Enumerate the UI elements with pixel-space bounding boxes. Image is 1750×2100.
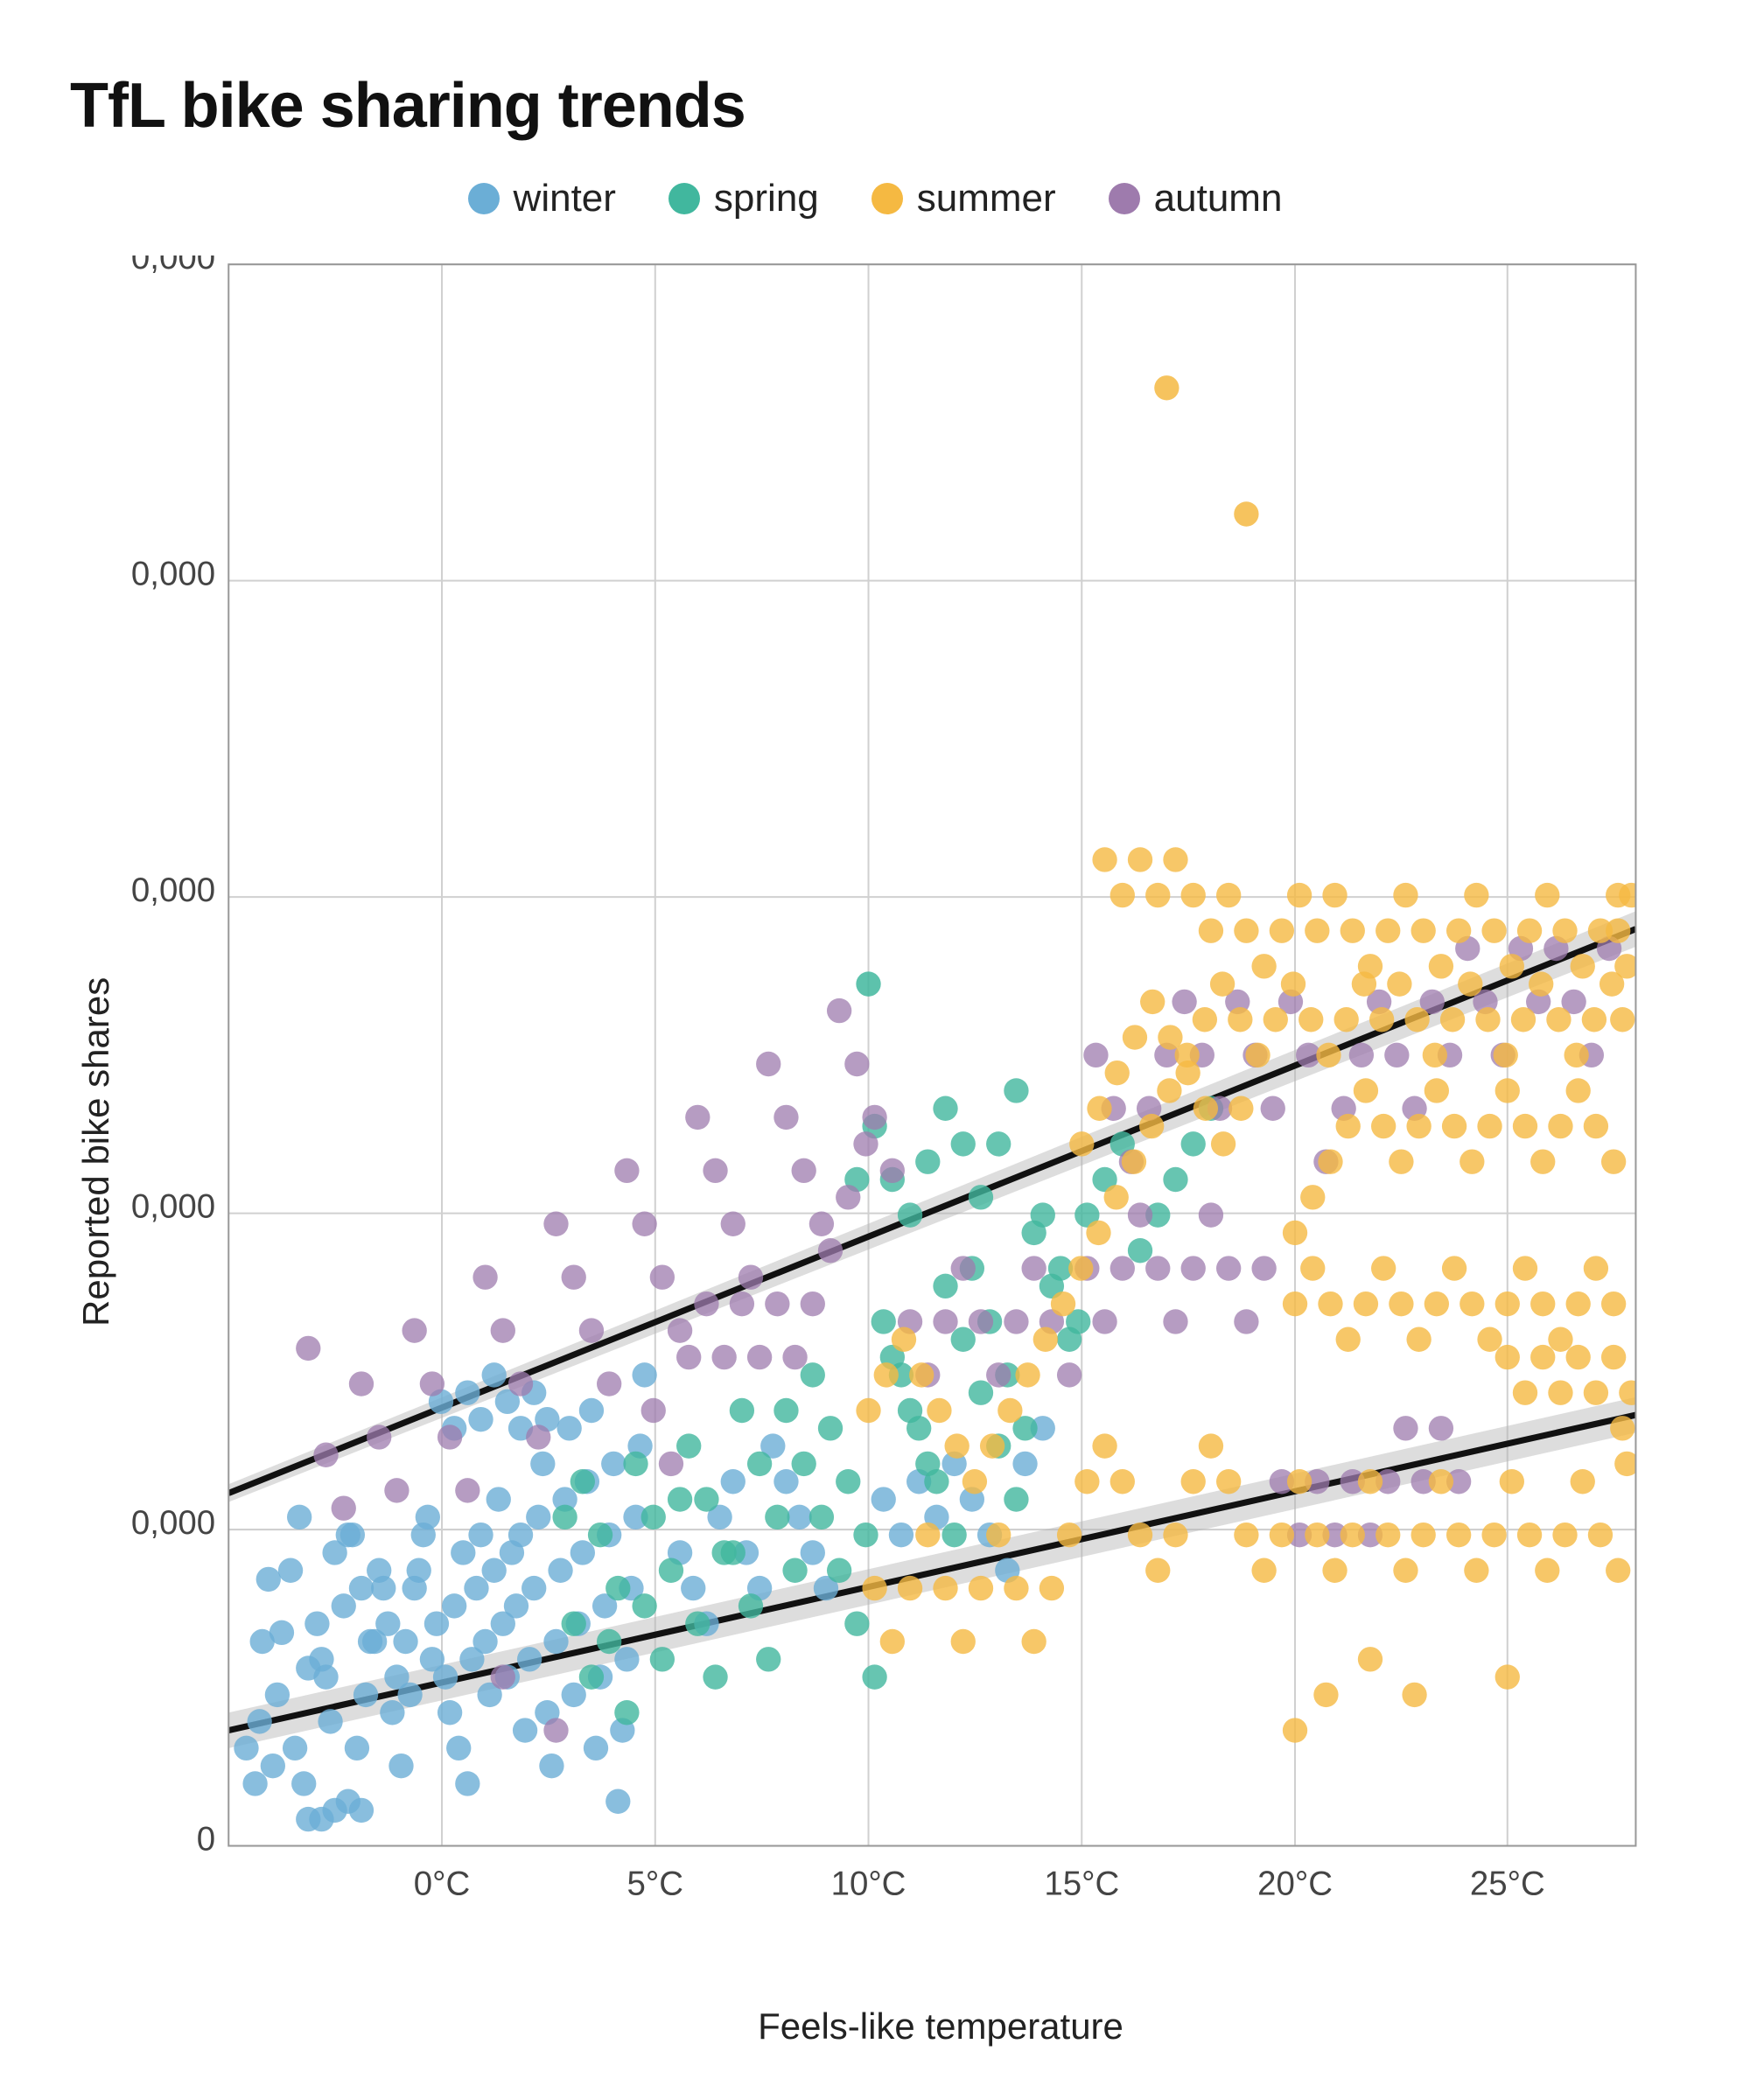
legend-label-spring: spring [714, 177, 819, 220]
svg-text:20,000: 20,000 [131, 1188, 215, 1226]
x-axis-label: Feels-like temperature [131, 2006, 1680, 2048]
legend-dot-spring [668, 183, 700, 214]
legend-item-autumn: autumn [1109, 177, 1283, 220]
chart-area: Reported bike shares [70, 256, 1680, 2048]
page: TfL bike sharing trends winter spring su… [0, 0, 1750, 2100]
svg-text:30,000: 30,000 [131, 872, 215, 909]
svg-text:0: 0 [197, 1821, 215, 1858]
svg-text:50,000: 50,000 [131, 256, 215, 276]
svg-text:10°C: 10°C [831, 1865, 906, 1902]
legend-item-spring: spring [668, 177, 819, 220]
svg-text:10,000: 10,000 [131, 1504, 215, 1542]
legend-dot-autumn [1109, 183, 1140, 214]
svg-text:5°C: 5°C [627, 1865, 683, 1902]
legend: winter spring summer autumn [70, 177, 1680, 220]
legend-dot-winter [468, 183, 500, 214]
legend-label-summer: summer [917, 177, 1056, 220]
legend-dot-summer [872, 183, 903, 214]
svg-text:40,000: 40,000 [131, 556, 215, 593]
legend-item-summer: summer [872, 177, 1056, 220]
legend-label-winter: winter [514, 177, 616, 220]
chart-svg: 0 10,000 20,000 30,000 40,000 50,000 0°C… [131, 256, 1680, 1988]
legend-item-winter: winter [468, 177, 616, 220]
svg-text:25°C: 25°C [1470, 1865, 1545, 1902]
legend-label-autumn: autumn [1154, 177, 1283, 220]
y-axis-label: Reported bike shares [70, 256, 122, 2048]
chart-title: TfL bike sharing trends [70, 70, 1680, 142]
svg-text:15°C: 15°C [1044, 1865, 1119, 1902]
plot-container: 0 10,000 20,000 30,000 40,000 50,000 0°C… [131, 256, 1680, 2048]
svg-text:20°C: 20°C [1257, 1865, 1333, 1902]
svg-text:0°C: 0°C [414, 1865, 470, 1902]
plot-inner: 0 10,000 20,000 30,000 40,000 50,000 0°C… [131, 256, 1680, 1988]
